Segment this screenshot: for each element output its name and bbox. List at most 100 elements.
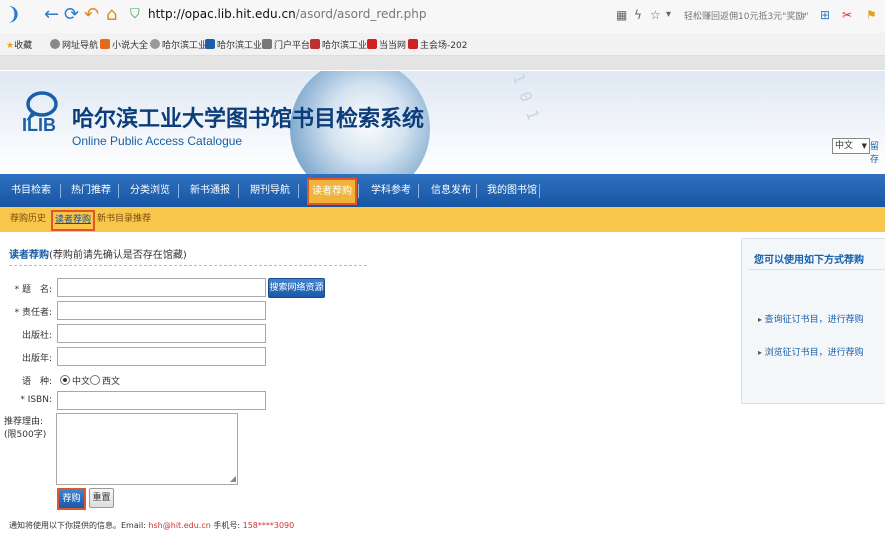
fav-item[interactable]: 哈尔滨工业 [310, 38, 367, 51]
lightning-icon[interactable]: ϟ [634, 5, 642, 25]
dangdang-icon [367, 39, 377, 49]
fav-item[interactable]: 门户平台 [262, 38, 310, 51]
nav-item-search[interactable]: 书目检索 [11, 174, 51, 207]
globe-icon [150, 39, 160, 49]
nav-item-journals[interactable]: 期刊导航 [250, 174, 290, 207]
binary-decoration: 0 1 0 0 1 0 1 [482, 71, 543, 123]
url-host: http://opac.lib.hit.edu.cn [148, 7, 296, 21]
publisher-label: 出版社: [21, 331, 52, 341]
nav-item-mylibrary[interactable]: 我的图书馆 [487, 174, 537, 207]
title-label: * 题 名: [14, 285, 52, 295]
nav-item-recommend[interactable]: 读者荐购 [307, 178, 357, 205]
chevron-down-icon: ▼ [861, 142, 867, 150]
isbn-input[interactable] [57, 391, 266, 410]
nav-item-subjects[interactable]: 学科参考 [371, 174, 411, 207]
reason-label: 推荐理由: [4, 417, 44, 427]
promo-text[interactable]: 轻松赚回返佣10元抵3元"奖励" [684, 9, 808, 22]
subnav-item-recommend[interactable]: 读者荐购 [51, 210, 96, 231]
fav-item[interactable]: 网址导航 [50, 38, 98, 51]
language-select[interactable]: 中文 ▼ [832, 138, 870, 154]
nav-divider [238, 184, 239, 198]
nav-divider [298, 184, 299, 198]
author-input[interactable] [57, 301, 266, 320]
favorites-button[interactable]: ★收藏 [6, 38, 32, 51]
submit-button[interactable]: 荐购 [57, 488, 86, 510]
site-title: 哈尔滨工业大学图书馆书目检索系统 [72, 107, 425, 132]
radio-western[interactable] [90, 375, 100, 385]
nav-item-hot[interactable]: 热门推荐 [71, 174, 111, 207]
pin-icon[interactable]: ⚑ [866, 5, 877, 25]
nav-divider [539, 184, 540, 198]
divider [748, 269, 885, 270]
language-label: 语 种: [21, 377, 52, 387]
nav-divider [178, 184, 179, 198]
nav-item-news[interactable]: 信息发布 [431, 174, 471, 207]
radio-western-label: 西文 [102, 377, 121, 387]
subnav-item-newlist[interactable]: 新书目录推荐 [97, 207, 151, 232]
header-link[interactable]: 留存 [870, 139, 885, 165]
divider [9, 265, 367, 266]
fav-item[interactable]: 哈尔滨工业 [150, 38, 207, 51]
panel-link-browse[interactable]: 浏览征订书目，进行荐购 [758, 345, 864, 358]
nav-divider [118, 184, 119, 198]
panel-link-query[interactable]: 查询征订书目，进行荐购 [758, 312, 864, 325]
site-icon [205, 39, 215, 49]
radio-chinese-label: 中文 [72, 377, 91, 387]
fav-item[interactable]: 当当网 [367, 38, 406, 51]
year-label: 出版年: [21, 354, 52, 364]
nav-item-browse[interactable]: 分类浏览 [130, 174, 170, 207]
search-icon[interactable]: ⌕ [800, 5, 807, 25]
browser-logo-icon: ❩ [6, 4, 22, 25]
cut-icon[interactable]: ✂ [842, 5, 852, 25]
nav-item-newbooks[interactable]: 新书通报 [190, 174, 230, 207]
resize-handle-icon[interactable]: ◢ [230, 474, 236, 483]
section-title: 读者荐购(荐购前请先确认是否存在馆藏) [9, 250, 187, 261]
reset-button[interactable]: 重置 [89, 488, 114, 508]
address-bar[interactable]: http://opac.lib.hit.edu.cn/asord/asord_r… [148, 7, 427, 21]
site-icon [310, 39, 320, 49]
radio-chinese[interactable] [60, 375, 70, 385]
reason-limit-label: (限500字) [4, 430, 47, 440]
nav-divider [358, 184, 359, 198]
logo-text: ILIB [22, 115, 56, 135]
url-path: /asord/asord_redr.php [295, 7, 427, 21]
search-web-button[interactable]: 搜索网络资源 [268, 278, 325, 298]
main-nav: 书目检索 热门推荐 分类浏览 新书通报 期刊导航 读者荐购 学科参考 信息发布 … [0, 174, 885, 207]
isbn-label: * ISBN: [20, 395, 52, 405]
reason-textarea[interactable]: ◢ [56, 413, 238, 485]
notice-text: 通知将使用以下你提供的信息。Email: hsh@hit.edu.cn 手机号:… [9, 521, 295, 530]
refresh-icon[interactable]: ⟳ [64, 5, 79, 25]
fav-item[interactable]: 主会场-202 [408, 38, 467, 51]
page-icon [262, 39, 272, 49]
page-top-bar [0, 56, 885, 70]
year-input[interactable] [57, 347, 266, 366]
nav-divider [476, 184, 477, 198]
star-icon[interactable]: ☆ [650, 5, 661, 25]
title-input[interactable] [57, 278, 266, 297]
sub-nav: 荐购历史 读者荐购 新书目录推荐 [0, 207, 885, 232]
home-icon[interactable]: ⌂ [106, 5, 117, 25]
qr-icon[interactable]: ▦ [616, 5, 627, 25]
fav-item[interactable]: 小说大全 [100, 38, 148, 51]
book-icon [100, 39, 110, 49]
nav-divider [418, 184, 419, 198]
author-label: * 责任者: [14, 308, 52, 318]
tmall-icon [408, 39, 418, 49]
undo-icon[interactable]: ↶ [84, 5, 99, 25]
extension-icon[interactable]: ⊞ [820, 5, 830, 25]
shield-icon: ⛉ [130, 7, 140, 22]
notice-phone: 158****3090 [242, 521, 295, 530]
favorites-bar: ★收藏 网址导航 小说大全 哈尔滨工业 哈尔滨工业 门户平台 哈尔滨工业 当当网… [0, 33, 885, 56]
star-icon: ★ [6, 41, 15, 51]
browser-toolbar: ❩ ← ⟳ ↶ ⌂ ⛉ http://opac.lib.hit.edu.cn/a… [0, 0, 885, 33]
back-icon[interactable]: ← [44, 5, 59, 25]
fav-item[interactable]: 哈尔滨工业 [205, 38, 262, 51]
nav-divider [60, 184, 61, 198]
notice-email: hsh@hit.edu.cn [148, 521, 211, 530]
globe-icon [50, 39, 60, 49]
site-subtitle: Online Public Access Catalogue [72, 134, 243, 148]
publisher-input[interactable] [57, 324, 266, 343]
site-header: 0 1 0 0 1 0 1 ILIB 哈尔滨工业大学图书馆书目检索系统 Onli… [0, 71, 885, 174]
dropdown-arrow-icon[interactable]: ▾ [666, 5, 671, 25]
subnav-item-history[interactable]: 荐购历史 [10, 207, 46, 232]
